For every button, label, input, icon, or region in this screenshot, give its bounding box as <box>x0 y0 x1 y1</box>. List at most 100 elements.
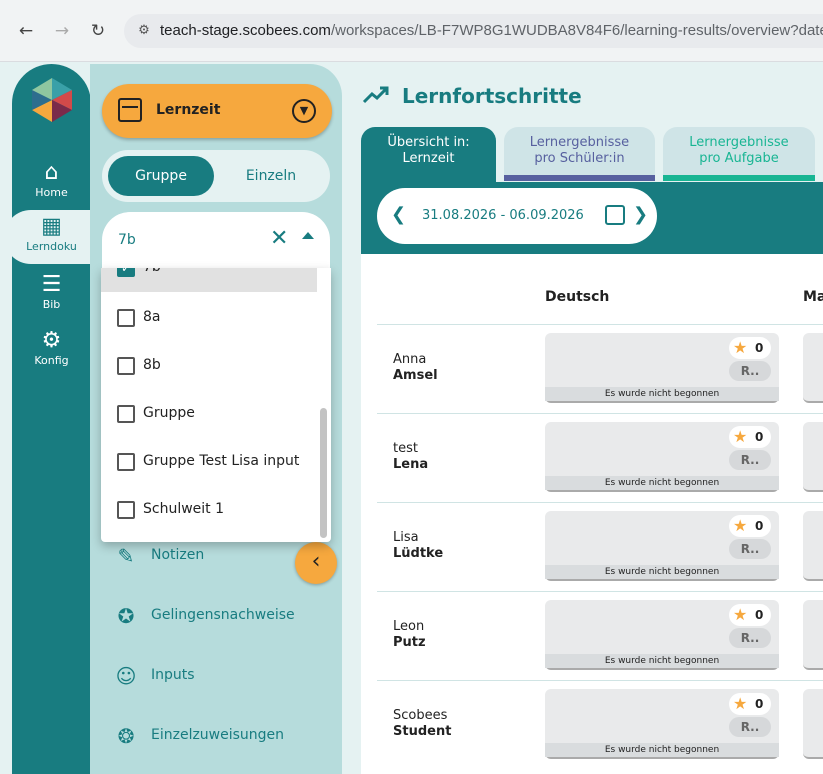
page-title-text: Lernfortschritte <box>402 84 582 108</box>
student-last-name: Lena <box>393 457 429 472</box>
chevron-right-icon[interactable]: ❯ <box>633 205 648 225</box>
results-table: Deutsch Ma Anna Amsel ★ 0 R.. Es wurde n… <box>361 254 823 774</box>
status-text: Es wurde nicht begonnen <box>545 387 779 401</box>
date-range-picker[interactable]: ❮ 31.08.2026 - 06.09.2026 ❯ <box>377 188 657 244</box>
toggle-gruppe[interactable]: Gruppe <box>108 156 214 196</box>
student-first-name: test <box>393 441 418 456</box>
tab-line: pro Aufgabe <box>699 151 779 166</box>
menu-label: Inputs <box>151 667 195 683</box>
result-card[interactable] <box>803 422 823 492</box>
result-card[interactable] <box>803 600 823 670</box>
browser-toolbar: ← → ↻ ⚙ teach-stage.scobees.com/workspac… <box>0 0 823 62</box>
tab-pro-schueler[interactable]: Lernergebnisse pro Schüler:in <box>504 127 655 181</box>
notebook-icon: ▦ <box>41 214 62 239</box>
rail-item-lerndoku[interactable]: ▦ Lerndoku <box>12 214 91 253</box>
home-icon: ⌂ <box>44 160 59 185</box>
checkbox-icon[interactable] <box>117 405 135 423</box>
address-bar[interactable]: ⚙ teach-stage.scobees.com/workspaces/LB-… <box>124 14 823 48</box>
menu-label: Gelingensnachweise <box>151 607 295 623</box>
back-icon[interactable]: ← <box>14 19 38 43</box>
dropdown-option[interactable]: Gruppe <box>101 390 317 438</box>
lernzeit-selector[interactable]: Lernzeit ▼ <box>102 84 332 138</box>
dropdown-option[interactable]: 8b <box>101 342 317 390</box>
star-count: 0 <box>755 519 764 533</box>
result-card[interactable] <box>803 689 823 759</box>
fingerprint-icon: ❂ <box>117 724 135 748</box>
table-row: Lisa Lüdtke ★ 0 R.. Es wurde nicht begon… <box>377 502 823 591</box>
option-label: 8a <box>143 309 161 325</box>
group-dropdown-list: ✓ 7b 8a 8b Gruppe Gruppe Test Lisa input… <box>101 268 331 542</box>
star-count-badge: ★ 0 <box>729 515 771 537</box>
option-label: 8b <box>143 357 161 373</box>
toggle-einzeln[interactable]: Einzeln <box>218 156 324 196</box>
result-card[interactable]: ★ 0 R.. Es wurde nicht begonnen <box>545 333 779 403</box>
table-row: test Lena ★ 0 R.. Es wurde nicht begonne… <box>377 413 823 502</box>
star-count-badge: ★ 0 <box>729 426 771 448</box>
library-icon: ☰ <box>41 272 62 297</box>
checkbox-checked-icon[interactable]: ✓ <box>117 268 135 277</box>
checkbox-icon[interactable] <box>117 453 135 471</box>
tab-uebersicht[interactable]: Übersicht in: Lernzeit <box>361 127 496 183</box>
menu-item-einzelzuweisungen[interactable]: ❂ Einzelzuweisungen <box>112 721 332 751</box>
option-label: 7b <box>143 268 161 275</box>
dropdown-option[interactable]: 8a <box>101 294 317 342</box>
star-count-badge: ★ 0 <box>729 604 771 626</box>
site-settings-icon[interactable]: ⚙ <box>134 21 154 41</box>
chevron-down-icon[interactable]: ▼ <box>292 99 316 123</box>
result-card[interactable]: ★ 0 R.. Es wurde nicht begonnen <box>545 600 779 670</box>
checkbox-icon[interactable] <box>117 309 135 327</box>
menu-label: Einzelzuweisungen <box>151 727 285 743</box>
calendar-icon[interactable] <box>605 205 625 225</box>
star-icon: ★ <box>733 338 748 357</box>
nav-rail: ⌂ Home <box>12 64 91 774</box>
status-badge: R.. <box>729 717 771 737</box>
lernzeit-label: Lernzeit <box>156 102 221 118</box>
app: ⌂ Home ▦ Lerndoku ☰ Bib ⚙ Konfig Lernzei… <box>0 62 823 774</box>
rail-item-home[interactable]: ⌂ Home <box>12 160 91 199</box>
chevron-left-icon: ‹ <box>311 549 321 574</box>
star-count: 0 <box>755 430 764 444</box>
dropdown-option[interactable]: Schulweit 1 <box>101 486 317 534</box>
collapse-panel-button[interactable]: ‹ <box>295 542 337 584</box>
menu-item-gelingensnachweise[interactable]: ✪ Gelingensnachweise <box>112 601 332 631</box>
result-card[interactable]: ★ 0 R.. Es wurde nicht begonnen <box>545 511 779 581</box>
result-card[interactable] <box>803 511 823 581</box>
checkbox-icon[interactable] <box>117 501 135 519</box>
checkbox-icon[interactable] <box>117 357 135 375</box>
result-card[interactable] <box>803 333 823 403</box>
option-label: Gruppe Test Lisa input <box>143 453 300 469</box>
tab-line: pro Schüler:in <box>534 151 625 166</box>
reload-icon[interactable]: ↻ <box>86 19 110 43</box>
status-text: Es wurde nicht begonnen <box>545 565 779 579</box>
rail-label: Lerndoku <box>26 240 77 253</box>
chevron-left-icon[interactable]: ❮ <box>391 205 406 225</box>
result-card[interactable]: ★ 0 R.. Es wurde nicht begonnen <box>545 689 779 759</box>
star-count: 0 <box>755 341 764 355</box>
dropdown-option[interactable]: ✓ 7b <box>101 268 317 292</box>
date-bar: ❮ 31.08.2026 - 06.09.2026 ❯ <box>361 182 823 254</box>
gear-icon: ⚙ <box>41 328 62 353</box>
forward-icon[interactable]: → <box>50 19 74 43</box>
url-text[interactable]: teach-stage.scobees.com/workspaces/LB-F7… <box>160 22 823 39</box>
star-count-badge: ★ 0 <box>729 337 771 359</box>
menu-label: Notizen <box>151 547 205 563</box>
group-select[interactable]: 7b ✕ <box>102 212 330 268</box>
star-badge-icon: ✪ <box>117 604 135 628</box>
group-mode-toggle: Gruppe Einzeln <box>102 150 330 202</box>
scobees-logo <box>32 78 72 122</box>
menu-item-inputs[interactable]: ☺ Inputs <box>112 661 332 691</box>
status-badge: R.. <box>729 628 771 648</box>
chevron-up-icon[interactable] <box>302 232 314 239</box>
close-icon[interactable]: ✕ <box>270 226 288 252</box>
rail-label: Konfig <box>34 354 69 367</box>
result-card[interactable]: ★ 0 R.. Es wurde nicht begonnen <box>545 422 779 492</box>
rail-item-konfig[interactable]: ⚙ Konfig <box>12 328 91 367</box>
rail-item-bib[interactable]: ☰ Bib <box>12 272 91 311</box>
tab-pro-aufgabe[interactable]: Lernergebnisse pro Aufgabe <box>663 127 815 181</box>
tab-line: Übersicht in: <box>387 135 470 150</box>
star-count: 0 <box>755 608 764 622</box>
dropdown-scrollbar[interactable] <box>320 408 327 538</box>
dropdown-option[interactable]: Gruppe Test Lisa input <box>101 438 317 486</box>
select-value: 7b <box>118 232 136 248</box>
rail-label: Home <box>35 186 68 199</box>
